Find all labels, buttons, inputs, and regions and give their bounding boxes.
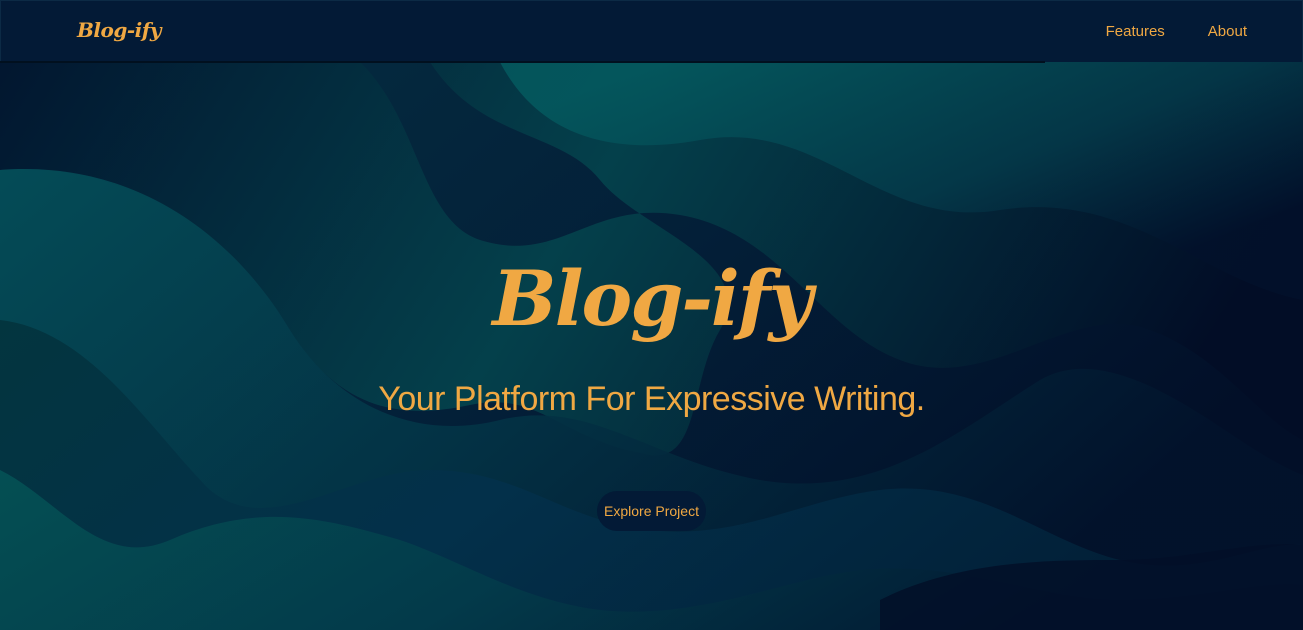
nav-link-features[interactable]: Features	[1106, 23, 1165, 40]
nav-link-about[interactable]: About	[1208, 23, 1247, 40]
explore-project-button[interactable]: Explore Project	[597, 491, 706, 531]
nav-links: Features About	[1106, 23, 1247, 40]
brand-logo[interactable]: Blog-ify	[77, 18, 161, 42]
navbar-divider	[0, 61, 1045, 63]
hero-tagline: Your Platform For Expressive Writing.	[378, 380, 925, 418]
top-navbar: Blog-ify Features About	[0, 0, 1303, 62]
hero-title: Blog-ify	[492, 254, 812, 343]
